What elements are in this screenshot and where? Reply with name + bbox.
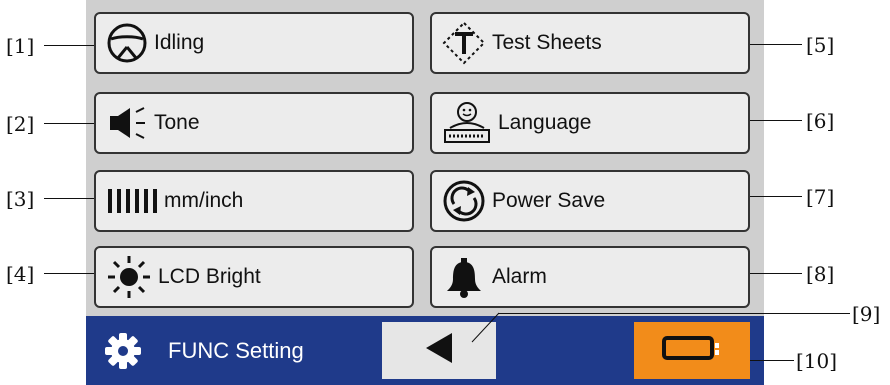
callout-2: [2] [6, 112, 35, 136]
mm-inch-button[interactable]: mm/inch [94, 170, 414, 232]
test-sheets-label: Test Sheets [492, 31, 602, 54]
alarm-label: Alarm [492, 265, 547, 288]
speaker-icon [106, 102, 148, 144]
callout-4: [4] [6, 262, 35, 286]
mm-inch-label: mm/inch [164, 189, 244, 212]
callout-9: [9] [852, 302, 881, 326]
test-sheets-button[interactable]: Test Sheets [430, 12, 750, 74]
power-cycle-icon [442, 179, 486, 223]
callout-1: [1] [6, 34, 35, 58]
steering-wheel-icon [106, 22, 148, 64]
callout-line-2 [44, 123, 94, 124]
language-button[interactable]: Language [430, 92, 750, 154]
bell-icon [442, 255, 486, 299]
callout-5: [5] [806, 33, 835, 57]
callout-8: [8] [806, 262, 835, 286]
ruler-icon [106, 181, 158, 221]
footer-title: FUNC Setting [168, 338, 304, 363]
home-button[interactable] [634, 322, 750, 379]
callout-line-9 [498, 313, 850, 314]
callout-10: [10] [796, 349, 838, 373]
idling-label: Idling [154, 31, 205, 54]
tone-label: Tone [154, 111, 200, 134]
callout-line-7 [750, 196, 802, 197]
lcd-bright-label: LCD Bright [158, 265, 261, 288]
lcd-bright-button[interactable]: LCD Bright [94, 246, 414, 308]
callout-line-5 [750, 44, 802, 45]
gear-icon [104, 332, 142, 375]
back-arrow-icon [424, 331, 454, 370]
callout-7: [7] [806, 185, 835, 209]
test-sheet-icon [442, 21, 486, 65]
callout-line-8 [750, 273, 802, 274]
callout-3: [3] [6, 187, 35, 211]
sun-icon [106, 254, 152, 300]
callout-line-1 [44, 45, 94, 46]
power-save-label: Power Save [492, 189, 606, 212]
callout-line-6 [750, 120, 802, 121]
keyboard-person-icon [442, 100, 492, 146]
footer-bar: FUNC Setting [86, 316, 764, 385]
home-frame-icon [661, 334, 723, 367]
idling-button[interactable]: Idling [94, 12, 414, 74]
power-save-button[interactable]: Power Save [430, 170, 750, 232]
callout-line-3 [44, 198, 94, 199]
callout-line-9-diagonal [471, 312, 500, 343]
alarm-button[interactable]: Alarm [430, 246, 750, 308]
callout-6: [6] [806, 109, 835, 133]
language-label: Language [498, 111, 592, 134]
callout-line-4 [44, 273, 94, 274]
tone-button[interactable]: Tone [94, 92, 414, 154]
callout-line-10 [750, 360, 794, 361]
